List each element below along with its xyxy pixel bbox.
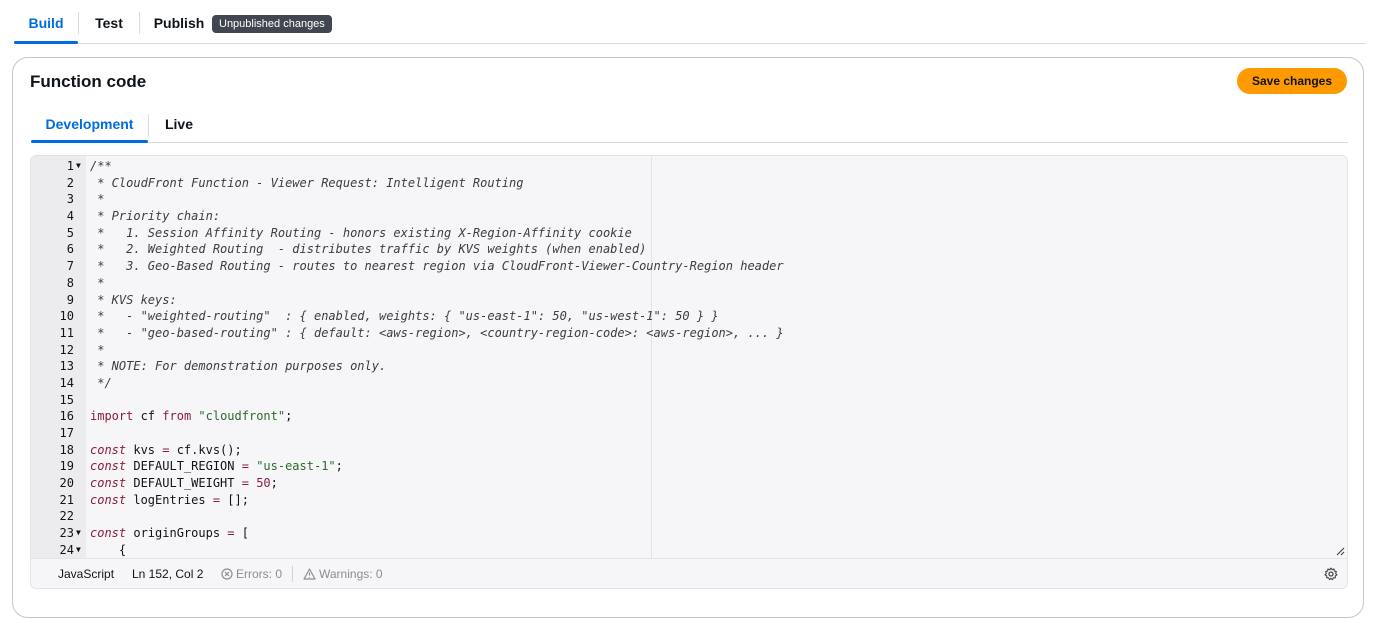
- tab-live[interactable]: Live: [149, 108, 209, 142]
- line-number: 15: [59, 392, 74, 407]
- tab-publish[interactable]: Publish: [140, 0, 218, 43]
- line-number: 21: [59, 492, 74, 507]
- code-text: import cf from "cloudfront";: [90, 409, 293, 424]
- editor-status-bar: JavaScript Ln 152, Col 2 Errors: 0 Warni…: [31, 558, 1347, 588]
- code-text: *: [90, 342, 105, 357]
- error-icon: [221, 568, 233, 580]
- language-label[interactable]: JavaScript: [58, 559, 114, 588]
- print-margin: [651, 156, 652, 558]
- fold-arrow-icon[interactable]: ▼: [76, 525, 81, 542]
- warning-icon: [303, 568, 316, 580]
- line-number: 12: [59, 342, 74, 357]
- line-number: 2: [66, 175, 74, 190]
- unpublished-changes-badge: Unpublished changes: [212, 15, 332, 33]
- resize-handle-icon[interactable]: [1335, 546, 1345, 556]
- line-number: 19: [59, 459, 74, 474]
- line-number: 7: [66, 259, 74, 274]
- function-code-panel: Function code Save changes Development L…: [12, 57, 1364, 618]
- line-number: 9: [66, 292, 74, 307]
- line-number: 16: [59, 409, 74, 424]
- code-text: const originGroups = [: [90, 526, 249, 541]
- code-text: * 1. Session Affinity Routing - honors e…: [90, 225, 632, 240]
- save-changes-button[interactable]: Save changes: [1237, 68, 1347, 94]
- code-text: * - "geo-based-routing" : { default: <aw…: [90, 325, 784, 340]
- code-text: const logEntries = [];: [90, 492, 249, 507]
- code-text: *: [90, 192, 105, 207]
- code-text: * NOTE: For demonstration purposes only.: [90, 359, 387, 374]
- line-number: 3: [66, 192, 74, 207]
- code-text: const kvs = cf.kvs();: [90, 442, 242, 457]
- warnings-label: Warnings: 0: [319, 567, 383, 581]
- line-number: 20: [59, 476, 74, 491]
- line-number: 11: [59, 325, 74, 340]
- code-text: */: [90, 375, 112, 390]
- line-number: 6: [66, 242, 74, 257]
- line-number: 8: [66, 275, 74, 290]
- gear-icon[interactable]: [1324, 567, 1338, 581]
- code-text: * KVS keys:: [90, 292, 177, 307]
- code-text: const DEFAULT_REGION = "us-east-1";: [90, 459, 343, 474]
- code-text: * 2. Weighted Routing - distributes traf…: [90, 242, 647, 257]
- line-number: 23: [59, 526, 74, 541]
- line-number: 10: [59, 309, 74, 324]
- line-number: 5: [66, 225, 74, 240]
- tab-development[interactable]: Development: [31, 108, 148, 143]
- code-text: * 3. Geo-Based Routing - routes to neare…: [90, 259, 784, 274]
- line-number: 22: [59, 509, 74, 524]
- line-number: 1: [66, 159, 74, 173]
- panel-title: Function code: [30, 72, 147, 91]
- code-text: *: [90, 275, 105, 290]
- code-text: /**: [90, 159, 112, 173]
- cursor-position: Ln 152, Col 2: [132, 567, 204, 581]
- tab-test[interactable]: Test: [79, 0, 139, 43]
- errors-label: Errors: 0: [236, 567, 283, 581]
- warnings-indicator[interactable]: Warnings: 0: [303, 559, 383, 588]
- status-divider: [292, 566, 293, 582]
- code-text: {: [90, 542, 127, 557]
- code-text: const DEFAULT_WEIGHT = 50;: [90, 476, 278, 491]
- code-tab-bar: Development Live: [31, 108, 1348, 143]
- fold-arrow-icon[interactable]: ▼: [76, 542, 81, 558]
- code-text: * - "weighted-routing" : { enabled, weig…: [90, 309, 719, 324]
- code-area[interactable]: 1 ▼/** 2 * CloudFront Function - Viewer Re…: [31, 156, 1347, 558]
- fold-arrow-icon[interactable]: ▼: [76, 158, 81, 175]
- code-text: * Priority chain:: [90, 209, 221, 224]
- top-tab-bar: Build Test Publish Unpublished changes: [14, 0, 1366, 44]
- tab-build[interactable]: Build: [14, 0, 78, 44]
- line-number: 13: [59, 359, 74, 374]
- line-number: 17: [59, 426, 74, 440]
- code-editor[interactable]: 1 ▼/** 2 * CloudFront Function - Viewer Re…: [30, 155, 1348, 589]
- line-number: 24: [59, 542, 74, 557]
- code-text: * CloudFront Function - Viewer Request: …: [90, 175, 524, 190]
- line-number: 18: [59, 442, 74, 457]
- line-number: 14: [59, 375, 74, 390]
- line-number: 4: [66, 209, 74, 224]
- errors-indicator[interactable]: Errors: 0: [221, 559, 283, 588]
